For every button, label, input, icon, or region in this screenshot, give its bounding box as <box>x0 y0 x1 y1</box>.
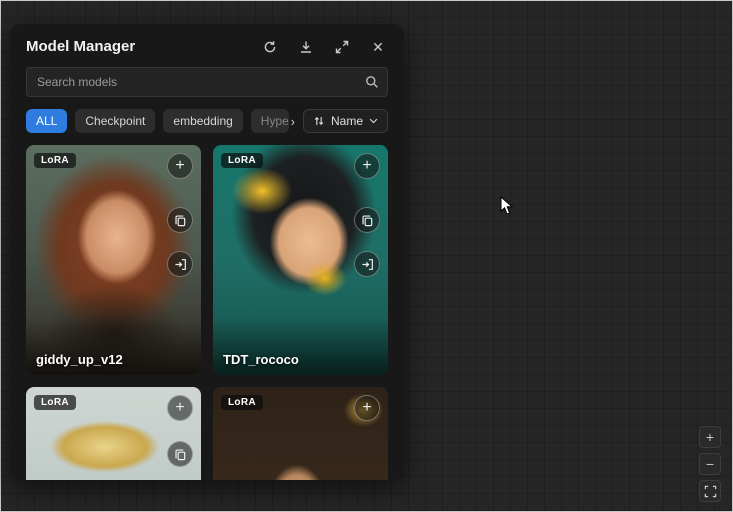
canvas-zoom-toolbar: + − <box>699 426 721 502</box>
model-card[interactable]: LoRA + giddy_up_v12 <box>26 145 201 375</box>
load-model-icon[interactable] <box>167 251 193 277</box>
model-card[interactable]: LoRA + <box>26 387 201 480</box>
add-model-button[interactable]: + <box>167 153 193 179</box>
zoom-out-button[interactable]: − <box>699 453 721 475</box>
chevron-down-icon <box>369 118 378 124</box>
model-type-badge: LoRA <box>221 153 263 168</box>
close-icon[interactable]: ✕ <box>370 39 386 55</box>
mouse-cursor <box>500 196 514 221</box>
model-card[interactable]: LoRA + <box>213 387 388 480</box>
fit-view-button[interactable] <box>699 480 721 502</box>
panel-title: Model Manager <box>26 38 262 55</box>
sort-dropdown[interactable]: Name <box>303 109 388 133</box>
header-actions: ✕ <box>262 39 386 55</box>
filter-chip-checkpoint[interactable]: Checkpoint <box>75 109 155 133</box>
expand-icon[interactable] <box>334 39 350 55</box>
load-model-icon[interactable] <box>354 251 380 277</box>
model-grid: LoRA + giddy_up_v12 LoRA + TDT_rococo <box>26 145 388 480</box>
panel-header: Model Manager ✕ <box>10 24 404 65</box>
add-model-button[interactable]: + <box>354 395 380 421</box>
search-icon <box>365 75 379 89</box>
refresh-icon[interactable] <box>262 39 278 55</box>
filter-chip-embedding[interactable]: embedding <box>163 109 242 133</box>
sort-arrows-icon <box>313 115 325 127</box>
add-model-button[interactable]: + <box>167 395 193 421</box>
copy-icon[interactable] <box>167 441 193 467</box>
zoom-in-button[interactable]: + <box>699 426 721 448</box>
filter-chip-all[interactable]: ALL <box>26 109 67 133</box>
model-card[interactable]: LoRA + TDT_rococo <box>213 145 388 375</box>
model-type-badge: LoRA <box>34 395 76 410</box>
filter-bar: ALL Checkpoint embedding Hype › Name <box>26 109 388 133</box>
model-type-badge: LoRA <box>221 395 263 410</box>
add-model-button[interactable]: + <box>354 153 380 179</box>
download-icon[interactable] <box>298 39 314 55</box>
sort-label: Name <box>331 114 363 128</box>
search-input[interactable] <box>35 74 365 90</box>
copy-icon[interactable] <box>167 207 193 233</box>
filter-chip-hypernetwork[interactable]: Hype <box>251 109 289 133</box>
copy-icon[interactable] <box>354 207 380 233</box>
model-name: TDT_rococo <box>223 352 299 367</box>
model-name: giddy_up_v12 <box>36 352 123 367</box>
search-bar <box>26 67 388 97</box>
model-type-badge: LoRA <box>34 153 76 168</box>
model-manager-panel: Model Manager ✕ ALL Checkpoint embedding… <box>10 24 404 480</box>
chips-scroll-more-icon[interactable]: › <box>291 114 295 129</box>
